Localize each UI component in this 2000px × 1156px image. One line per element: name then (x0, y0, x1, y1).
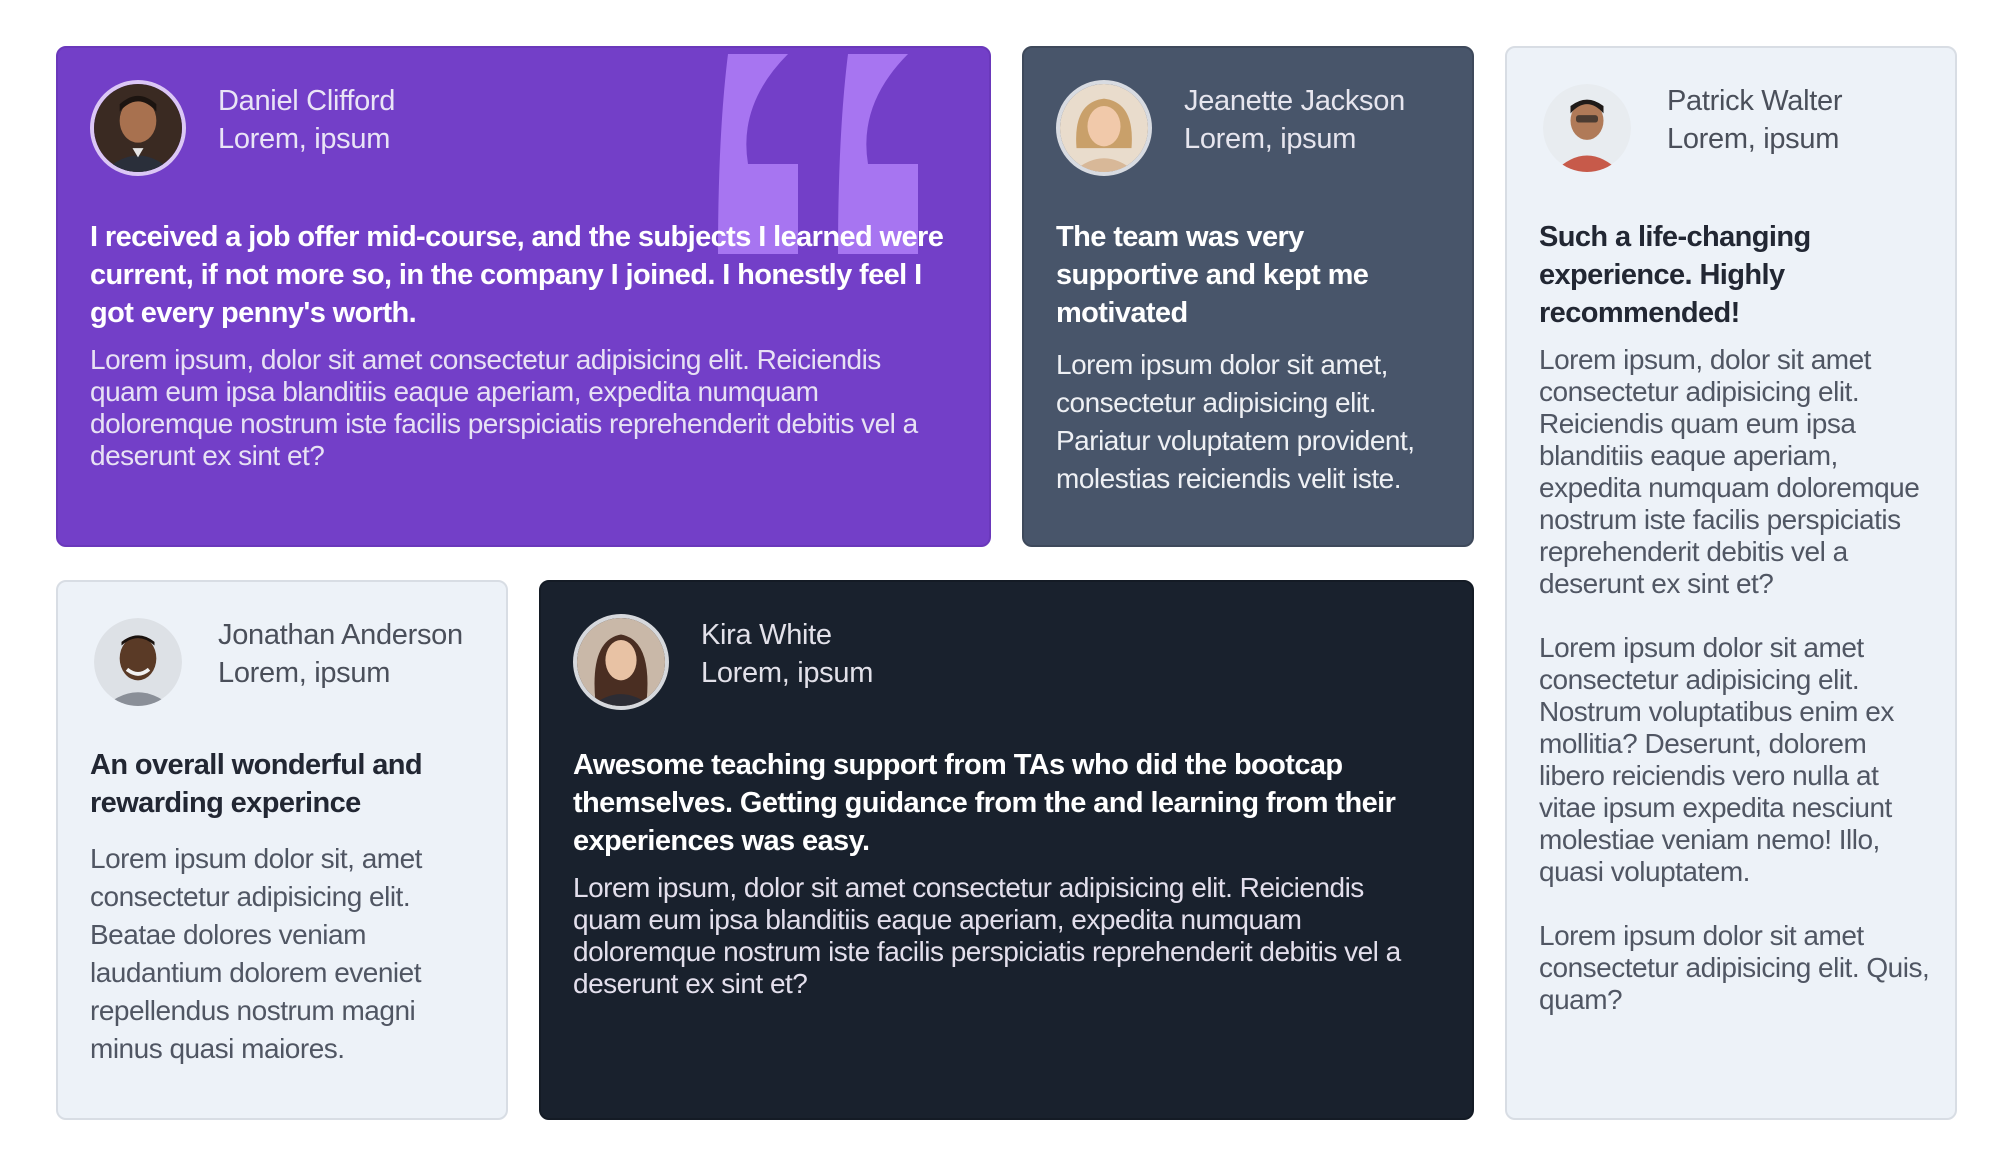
author-role: Lorem, ipsum (701, 657, 874, 689)
testimonial-body: Lorem ipsum dolor sit, amet consectetur … (90, 843, 422, 1064)
author-name: Kira White (701, 619, 832, 651)
avatar-portrait-icon (94, 618, 182, 706)
testimonial-card-jeanette-jackson: Jeanette Jackson Lorem, ipsum The team w… (1022, 46, 1474, 547)
author-header: Patrick Walter Lorem, ipsum (1539, 80, 1843, 176)
author-name: Jeanette Jackson (1184, 85, 1405, 117)
testimonial-card-patrick-walter: Patrick Walter Lorem, ipsum Such a life-… (1505, 46, 1957, 1120)
author-header: Jeanette Jackson Lorem, ipsum (1056, 80, 1405, 176)
testimonial-headline: Such a life-changing experience. Highly … (1539, 221, 1811, 329)
avatar-portrait-icon (577, 618, 665, 706)
avatar-portrait-icon (1060, 84, 1148, 172)
testimonial-headline: An overall wonderful and rewarding exper… (90, 749, 423, 819)
author-meta: Jonathan Anderson Lorem, ipsum (218, 616, 463, 692)
avatar (90, 80, 186, 176)
author-meta: Patrick Walter Lorem, ipsum (1667, 82, 1843, 158)
author-role: Lorem, ipsum (218, 657, 391, 689)
testimonial-headline: I received a job offer mid-course, and t… (90, 221, 944, 329)
author-name: Patrick Walter (1667, 85, 1843, 117)
avatar-portrait-icon (94, 84, 182, 172)
author-meta: Daniel Clifford Lorem, ipsum (218, 82, 395, 158)
avatar (573, 614, 669, 710)
avatar (1056, 80, 1152, 176)
author-name: Jonathan Anderson (218, 619, 463, 651)
testimonial-card-kira-white: Kira White Lorem, ipsum Awesome teaching… (539, 580, 1474, 1120)
author-role: Lorem, ipsum (1667, 123, 1840, 155)
author-meta: Jeanette Jackson Lorem, ipsum (1184, 82, 1405, 158)
testimonial-body: Lorem ipsum, dolor sit amet consectetur … (90, 344, 918, 471)
testimonial-paragraph: Lorem ipsum dolor sit amet consectetur a… (1539, 920, 1930, 1015)
testimonial-body: Lorem ipsum, dolor sit amet consectetur … (1539, 344, 1939, 1048)
testimonial-body: Lorem ipsum dolor sit amet, consectetur … (1056, 349, 1415, 494)
author-header: Kira White Lorem, ipsum (573, 614, 873, 710)
author-meta: Kira White Lorem, ipsum (701, 616, 873, 692)
testimonial-card-jonathan-anderson: Jonathan Anderson Lorem, ipsum An overal… (56, 580, 508, 1120)
avatar (1539, 80, 1635, 176)
author-header: Jonathan Anderson Lorem, ipsum (90, 614, 463, 710)
testimonial-body: Lorem ipsum, dolor sit amet consectetur … (573, 872, 1401, 999)
author-role: Lorem, ipsum (218, 123, 391, 155)
testimonial-headline: The team was very supportive and kept me… (1056, 221, 1369, 329)
author-name: Daniel Clifford (218, 85, 396, 117)
testimonial-paragraph: Lorem ipsum, dolor sit amet consectetur … (1539, 344, 1920, 599)
avatar (90, 614, 186, 710)
testimonial-card-daniel-clifford: Daniel Clifford Lorem, ipsum I received … (56, 46, 991, 547)
testimonial-paragraph: Lorem ipsum dolor sit amet consectetur a… (1539, 632, 1894, 887)
author-role: Lorem, ipsum (1184, 123, 1357, 155)
testimonial-headline: Awesome teaching support from TAs who di… (573, 749, 1396, 857)
author-header: Daniel Clifford Lorem, ipsum (90, 80, 395, 176)
avatar-portrait-icon (1543, 84, 1631, 172)
